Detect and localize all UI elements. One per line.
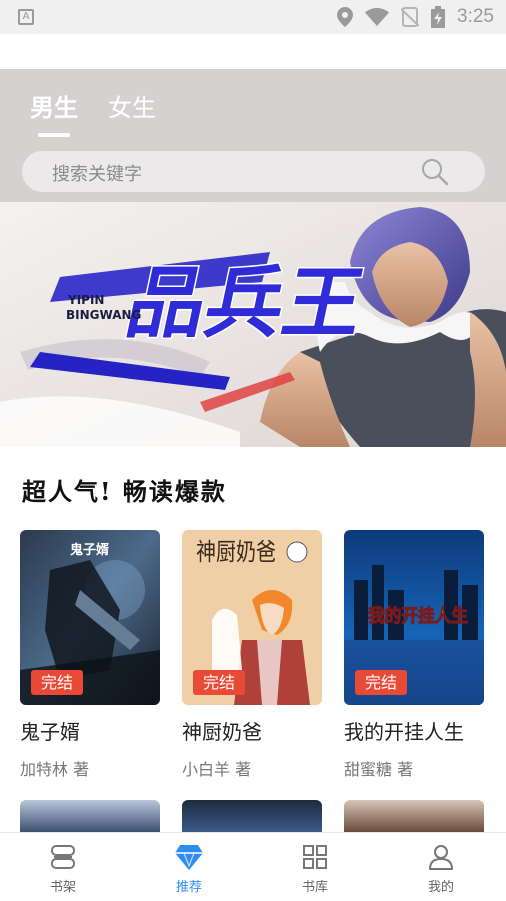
nav-label: 我的	[427, 880, 454, 895]
book-cover-title: 我的开挂人生	[368, 605, 468, 627]
wifi-icon	[365, 8, 390, 26]
status-time: 3:25	[457, 6, 494, 27]
bottom-navigation: 书架 推荐 书库 我的	[0, 832, 506, 900]
nav-label: 书架	[49, 880, 76, 895]
banner-title: 品兵王	[119, 258, 372, 349]
book-cover-title: 神厨奶爸	[196, 538, 276, 566]
search-placeholder: 搜索关键字	[52, 164, 142, 185]
nav-library[interactable]: 书库	[252, 833, 378, 901]
location-icon	[337, 7, 354, 27]
app-notification-icon: A	[18, 9, 34, 25]
bookshelf-icon	[51, 845, 75, 869]
book-cover-title: 鬼子婿	[70, 542, 110, 558]
book-card[interactable]: 我的开挂人生 完结 我的开挂人生 甜蜜糖 著	[344, 530, 484, 780]
search-input[interactable]: 搜索关键字	[22, 151, 485, 192]
search-icon[interactable]	[421, 158, 449, 186]
book-title[interactable]: 鬼子婿	[20, 716, 160, 745]
status-badge: 完结	[355, 670, 407, 695]
profile-icon	[429, 845, 453, 870]
toolbar-spacer	[0, 34, 506, 69]
status-bar: A 3:25	[0, 0, 506, 34]
book-card[interactable]: 鬼子婿 完结 鬼子婿 加特林 著	[20, 530, 160, 780]
book-cover[interactable]: 神厨奶爸 完结	[182, 530, 322, 705]
tab-female[interactable]: 女生	[108, 88, 156, 123]
tab-indicator	[38, 133, 70, 137]
book-cover[interactable]: 鬼子婿 完结	[20, 530, 160, 705]
banner-subtitle-1: YIPIN	[67, 293, 104, 307]
book-cover[interactable]: 我的开挂人生 完结	[344, 530, 484, 705]
no-sim-icon	[401, 7, 420, 27]
book-cover-peek[interactable]	[20, 800, 160, 832]
battery-charging-icon	[431, 6, 446, 28]
book-card[interactable]: 神厨奶爸 完结 神厨奶爸 小白羊 著	[182, 530, 322, 780]
nav-recommend[interactable]: 推荐	[126, 833, 252, 901]
tab-male[interactable]: 男生	[30, 88, 78, 123]
nav-profile[interactable]: 我的	[378, 833, 504, 901]
book-cover-peek[interactable]	[182, 800, 322, 832]
nav-label: 书库	[301, 880, 328, 895]
diamond-icon	[175, 845, 203, 870]
section-title: 超人气! 畅读爆款	[22, 477, 227, 506]
nav-label: 推荐	[175, 880, 202, 895]
banner-subtitle-2: BINGWANG	[66, 308, 141, 322]
status-badge: 完结	[193, 670, 245, 695]
book-author: 甜蜜糖 著	[344, 760, 414, 779]
nav-bookshelf[interactable]: 书架	[0, 833, 126, 901]
book-cover-peek[interactable]	[344, 800, 484, 832]
book-author: 小白羊 著	[182, 760, 252, 779]
book-author: 加特林 著	[20, 760, 90, 779]
promo-banner[interactable]: 品兵王 YIPIN BINGWANG	[0, 202, 506, 447]
grid-icon	[303, 845, 327, 869]
status-badge: 完结	[31, 670, 83, 695]
book-title[interactable]: 神厨奶爸	[182, 716, 322, 745]
book-title[interactable]: 我的开挂人生	[344, 716, 484, 745]
header: 男生 女生 搜索关键字	[0, 69, 506, 202]
